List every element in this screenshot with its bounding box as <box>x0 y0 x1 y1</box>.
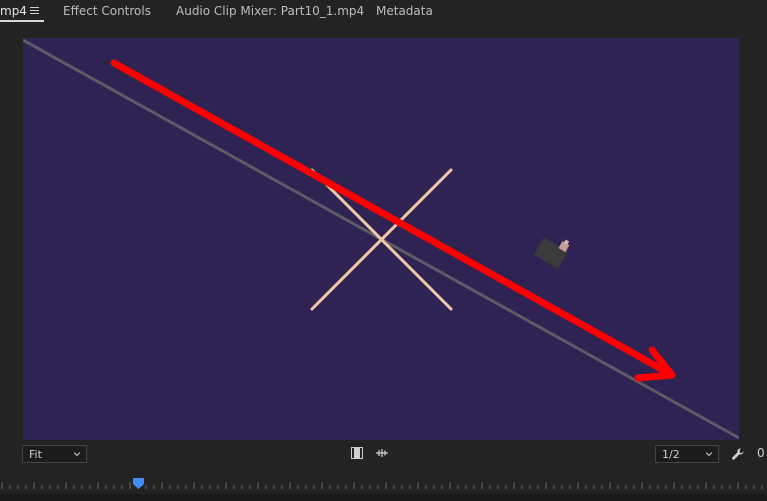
resolution-value: 1/2 <box>662 448 680 461</box>
frame-content <box>23 38 739 440</box>
timecode-partial: 0 <box>757 446 765 460</box>
video-frame[interactable] <box>23 38 739 440</box>
chevron-down-icon <box>706 452 712 457</box>
tab-effect-controls[interactable]: Effect Controls <box>63 4 151 18</box>
ruler-ticks <box>1 482 763 489</box>
active-tab-indicator <box>0 20 44 22</box>
audio-waveform-icon[interactable] <box>375 445 389 459</box>
tab-label: Effect Controls <box>63 4 151 18</box>
tab-label: Metadata <box>376 4 433 18</box>
playhead-icon[interactable] <box>133 474 144 489</box>
playback-resolution-select[interactable]: 1/2 <box>655 445 719 463</box>
red-arrow <box>110 59 676 382</box>
tab-audio-clip-mixer[interactable]: Audio Clip Mixer: Part10_1.mp4 <box>176 4 364 18</box>
bottom-bar <box>0 494 767 501</box>
tab-program-monitor[interactable]: mp4 <box>0 4 27 18</box>
small-object <box>533 237 570 269</box>
tab-metadata[interactable]: Metadata <box>376 4 433 18</box>
panel-tab-bar: mp4 Effect Controls Audio Clip Mixer: Pa… <box>0 0 767 24</box>
zoom-level-select[interactable]: Fit <box>22 445 87 463</box>
tab-label: mp4 <box>0 4 27 18</box>
timeline-ruler[interactable] <box>0 474 767 494</box>
chevron-down-icon <box>74 452 80 457</box>
wrench-icon[interactable] <box>731 446 745 460</box>
program-monitor-panel: mp4 Effect Controls Audio Clip Mixer: Pa… <box>0 0 767 501</box>
zoom-level-value: Fit <box>29 448 42 461</box>
tab-label: Audio Clip Mixer: Part10_1.mp4 <box>176 4 365 18</box>
film-strip-icon[interactable] <box>350 445 364 459</box>
hamburger-icon[interactable] <box>30 7 39 15</box>
